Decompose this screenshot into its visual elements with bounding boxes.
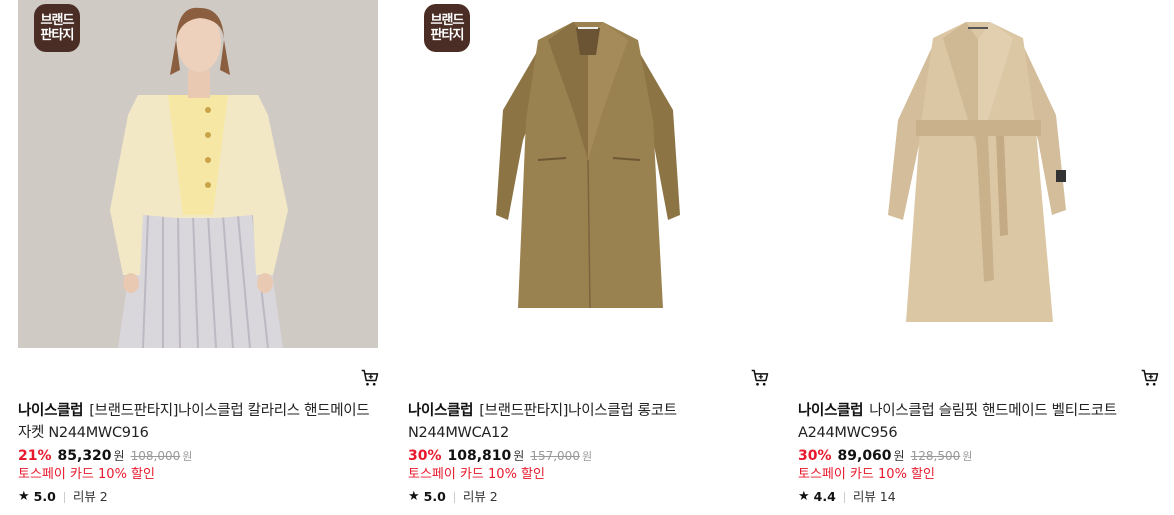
currency: 원 (893, 449, 905, 463)
currency: 원 (513, 449, 525, 463)
promo-text: 토스페이 카드 10% 할인 (798, 467, 935, 482)
product-image[interactable]: 브랜드 판타지 (408, 0, 768, 348)
brand-name: 나이스클럽 (408, 403, 474, 419)
cart-icon[interactable] (1140, 368, 1160, 388)
divider (453, 491, 455, 503)
rating-row: ★ 5.0 리뷰 2 (18, 488, 108, 506)
product-image[interactable]: 브랜드 판타지 (18, 0, 378, 348)
long-coat-image (408, 0, 768, 348)
sale-price: 89,060 (837, 448, 892, 464)
cart-icon[interactable] (750, 368, 770, 388)
model-jacket-image (18, 0, 378, 348)
divider (843, 491, 845, 503)
product-title[interactable]: 나이스클럽 나이스클럽 슬림핏 핸드메이드 벨티드코트 A244MWC956 (798, 400, 1158, 444)
divider (63, 491, 65, 503)
review-count: 리뷰 2 (462, 489, 498, 504)
review-count: 리뷰 2 (72, 489, 108, 504)
star-icon: ★ (408, 489, 420, 504)
product-card[interactable]: 브랜드 판타지 나이스클럽 [브랜드판타지]나이스클럽 칼라리스 핸드메이드 자켓… (18, 0, 379, 504)
product-title[interactable]: 나이스클럽 [브랜드판타지]나이스클럽 롱코트 N244MWCA12 (408, 400, 768, 444)
star-icon: ★ (798, 489, 810, 504)
original-currency: 원 (962, 450, 973, 463)
product-image[interactable] (798, 0, 1158, 348)
brand-name: 나이스클럽 (798, 403, 864, 419)
rating-score: 5.0 (33, 489, 56, 504)
brand-fantasy-badge: 브랜드 판타지 (34, 4, 80, 52)
original-price: 128,500 (910, 449, 961, 463)
product-title[interactable]: 나이스클럽 [브랜드판타지]나이스클럽 칼라리스 핸드메이드 자켓 N244MWC… (18, 400, 378, 444)
original-currency: 원 (182, 450, 193, 463)
rating-score: 4.4 (813, 489, 836, 504)
product-card[interactable]: 나이스클럽 나이스클럽 슬림핏 핸드메이드 벨티드코트 A244MWC956 30… (798, 0, 1159, 504)
price-row: 21% 85,320 원 108,000 원 (18, 446, 192, 467)
brand-fantasy-badge: 브랜드 판타지 (424, 4, 470, 52)
badge-label: 브랜드 판타지 (40, 13, 75, 43)
brand-name: 나이스클럽 (18, 403, 84, 419)
discount-rate: 30% (798, 448, 832, 464)
original-currency: 원 (581, 450, 593, 463)
sale-price: 85,320 (57, 448, 112, 464)
rating-score: 5.0 (423, 489, 446, 504)
product-card[interactable]: 브랜드 판타지 나이스클럽 [브랜드판타지]나이스클럽 롱코트 N244MWCA1… (408, 0, 769, 504)
discount-rate: 21% (18, 448, 52, 464)
badge-label: 브랜드 판타지 (430, 13, 465, 43)
price-row: 30% 89,060 원 128,500 원 (798, 446, 972, 467)
original-price: 108,000 (130, 449, 181, 463)
rating-row: ★ 5.0 리뷰 2 (408, 488, 498, 506)
belted-coat-image (798, 0, 1158, 348)
promo-text: 토스페이 카드 10% 할인 (18, 467, 155, 482)
review-count: 리뷰 14 (852, 489, 896, 504)
rating-row: ★ 4.4 리뷰 14 (798, 488, 896, 506)
original-price: 157,000 (530, 449, 580, 463)
price-row: 30% 108,810 원 157,000 원 (408, 446, 592, 467)
sale-price: 108,810 (447, 448, 512, 464)
star-icon: ★ (18, 489, 30, 504)
cart-icon[interactable] (360, 368, 380, 388)
promo-text: 토스페이 카드 10% 할인 (408, 467, 545, 482)
currency: 원 (113, 449, 125, 463)
discount-rate: 30% (408, 448, 442, 464)
